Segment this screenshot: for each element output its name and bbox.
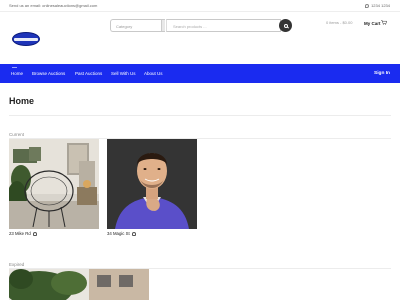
nav-item-about-us[interactable]: About Us	[144, 71, 163, 76]
card-caption: 34 Magic St	[107, 231, 136, 236]
card-address[interactable]: 23 Mike Rd	[9, 231, 31, 236]
cart-summary[interactable]: 0 items - $0.00	[326, 20, 352, 25]
search-icon	[283, 23, 288, 28]
logo-strip	[14, 37, 38, 41]
nav-item-past-auctions[interactable]: Past Auctions	[75, 71, 102, 76]
card-caption: 23 Mike Rd	[9, 231, 37, 236]
nav-item-home[interactable]: Home	[11, 71, 23, 76]
site-logo[interactable]	[12, 32, 40, 46]
contact-phone[interactable]: 1234 1234	[365, 3, 390, 8]
card-address[interactable]: 34 Magic St	[107, 231, 130, 236]
phone-number: 1234 1234	[371, 3, 390, 8]
nav-active-indicator	[12, 67, 17, 68]
auction-photo-portrait[interactable]	[107, 139, 197, 229]
select-arrows-icon	[161, 20, 165, 31]
bidder-icon	[32, 231, 37, 236]
main-nav: Home Browse Auctions Past Auctions Sell …	[0, 64, 400, 83]
sign-in-link[interactable]: Sign In	[374, 71, 390, 76]
top-bar: Send us an email: onlinesaleauctions@gma…	[0, 0, 400, 12]
auction-photo-interior[interactable]	[9, 139, 99, 229]
auction-card[interactable]: 23 Mike Rd	[9, 139, 99, 239]
cart-icon[interactable]	[381, 20, 387, 25]
search-input-placeholder: Search products ...	[173, 24, 207, 29]
section-label-expired: Expired	[9, 262, 25, 267]
nav-item-sell-with-us[interactable]: Sell With Us	[111, 71, 136, 76]
auction-card[interactable]: 34 Magic St	[107, 139, 197, 239]
search-input[interactable]: Search products ...	[166, 19, 281, 32]
title-divider	[9, 115, 391, 116]
auction-card[interactable]	[9, 269, 149, 300]
contact-email[interactable]: Send us an email: onlinesaleauctions@gma…	[9, 3, 97, 8]
nav-item-browse-auctions[interactable]: Browse Auctions	[32, 71, 65, 76]
page-title: Home	[9, 96, 35, 106]
category-select[interactable]: Category	[110, 19, 165, 32]
bidder-icon	[131, 231, 136, 236]
phone-icon	[365, 3, 370, 8]
my-cart-link[interactable]: My Cart	[364, 21, 381, 26]
search-button[interactable]	[279, 19, 292, 32]
section-label-current: Current	[9, 132, 25, 137]
auction-photo-exterior[interactable]	[9, 269, 149, 300]
category-select-value: Category	[116, 24, 133, 29]
